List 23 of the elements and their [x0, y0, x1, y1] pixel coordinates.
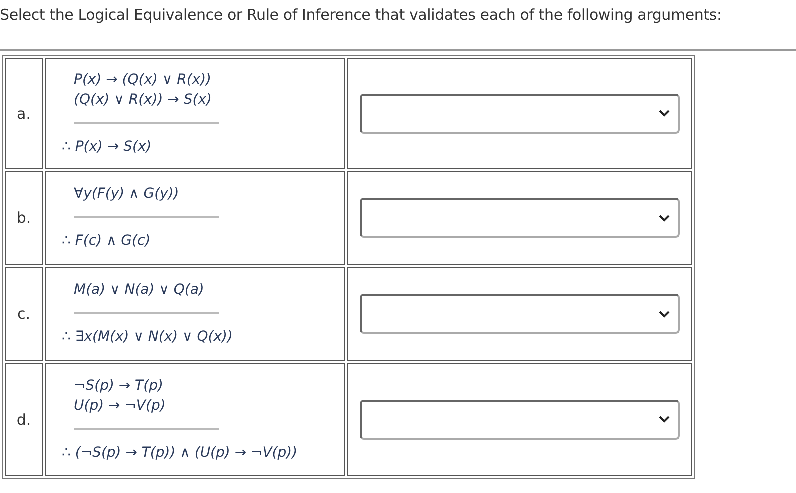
- premise-text: P(x) → (Q(x) ∨ R(x)): [74, 70, 213, 90]
- conclusion-text: ∴ F(c) ∧ G(c): [62, 232, 152, 251]
- premise-text: U(p) → ¬V(p): [74, 396, 167, 416]
- chevron-down-icon: [659, 416, 670, 423]
- answer-dropdown[interactable]: [360, 400, 680, 440]
- row-label: d.: [16, 410, 32, 428]
- conclusion-text: ∴ P(x) → S(x): [62, 138, 153, 156]
- answer-dropdown[interactable]: [360, 198, 680, 238]
- chevron-down-icon: [659, 110, 670, 117]
- premise-text: M(a) ∨ N(a) ∨ Q(a): [74, 281, 206, 300]
- instruction-text: Select the Logical Equivalence or Rule of Inference that validates each of the following arguments:: [0, 5, 723, 26]
- row-label: c.: [17, 305, 30, 323]
- chevron-down-icon: [659, 310, 670, 318]
- premise-text: ¬S(p) → T(p): [74, 376, 164, 396]
- row-label: b.: [16, 209, 32, 227]
- answer-dropdown[interactable]: [360, 294, 680, 334]
- conclusion-text: ∴ (¬S(p) → T(p)) ∧ (U(p) → ¬V(p)): [62, 444, 299, 462]
- premise-text: ∀y(F(y) ∧ G(y)): [74, 185, 180, 204]
- row-label: a.: [17, 104, 31, 122]
- answer-dropdown[interactable]: [360, 94, 680, 134]
- premise-text: (Q(x) ∨ R(x)) → S(x): [74, 90, 213, 110]
- conclusion-text: ∴ ∃x(M(x) ∨ N(x) ∨ Q(x)): [62, 328, 234, 347]
- chevron-down-icon: [659, 214, 670, 222]
